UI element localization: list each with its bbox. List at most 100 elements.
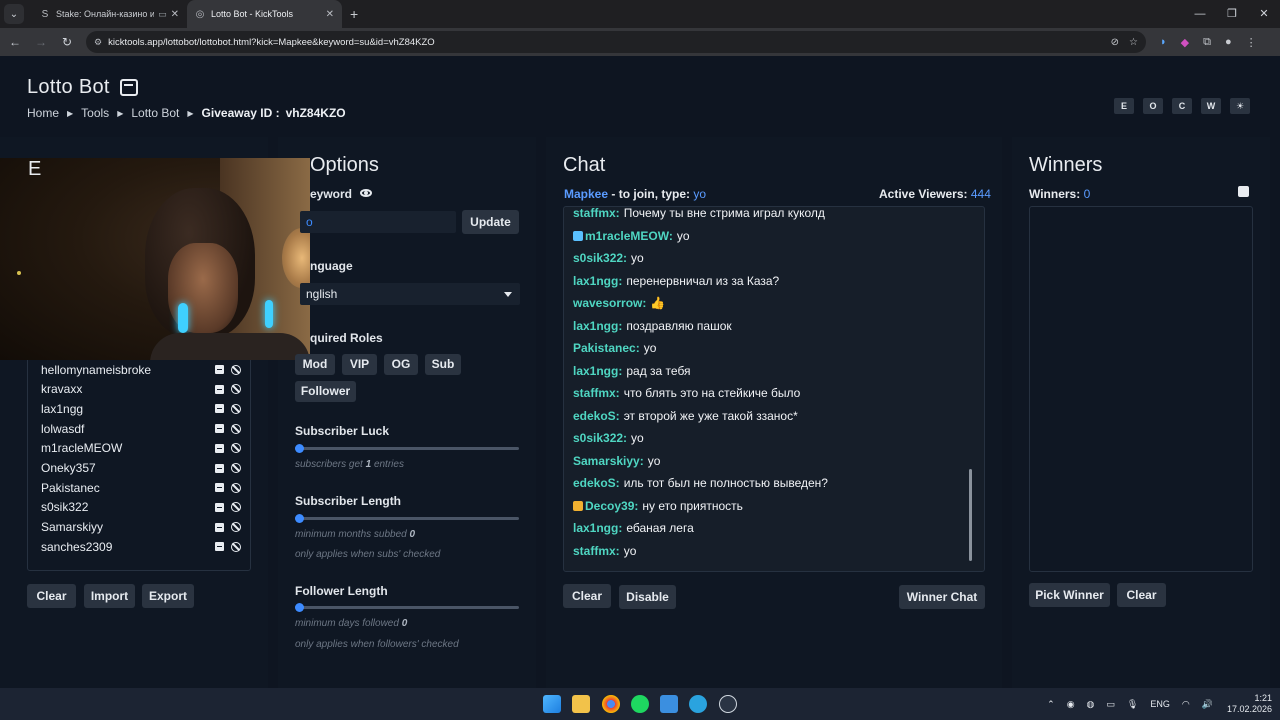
mode-button-w[interactable]: W: [1201, 98, 1221, 114]
breadcrumb-tools[interactable]: Tools: [81, 106, 109, 120]
chat-username[interactable]: wavesorrow:: [573, 296, 646, 310]
ban-icon[interactable]: [231, 541, 241, 552]
steam-icon[interactable]: [719, 695, 737, 713]
ban-icon[interactable]: [231, 482, 241, 493]
chat-username[interactable]: m1racleMEOW:: [585, 229, 673, 243]
app-icon[interactable]: [660, 695, 678, 713]
spotify-icon[interactable]: [631, 695, 649, 713]
ban-icon[interactable]: [231, 403, 241, 414]
close-window-icon[interactable]: ✕: [1248, 0, 1280, 28]
close-tab-icon[interactable]: ✕: [171, 9, 179, 20]
steam-tray-icon[interactable]: ◍: [1087, 699, 1095, 710]
mode-button-e[interactable]: E: [1114, 98, 1134, 114]
chrome-menu-icon[interactable]: ⋮: [1246, 36, 1257, 49]
ban-icon[interactable]: [231, 502, 241, 513]
chat-username[interactable]: s0sik322:: [573, 431, 627, 445]
theme-toggle-button[interactable]: ☀: [1230, 98, 1250, 114]
remove-entry-icon[interactable]: [215, 384, 224, 394]
remove-entry-icon[interactable]: [215, 365, 224, 374]
slider-knob[interactable]: [295, 603, 304, 612]
chat-clear-button[interactable]: Clear: [563, 584, 611, 608]
camera-off-icon[interactable]: ⊘: [1111, 37, 1119, 48]
pick-winner-button[interactable]: Pick Winner: [1029, 583, 1110, 607]
chat-username[interactable]: edekoS:: [573, 476, 620, 490]
entries-export-button[interactable]: Export: [142, 584, 194, 608]
mode-button-c[interactable]: C: [1172, 98, 1192, 114]
remove-entry-icon[interactable]: [215, 443, 224, 453]
tab-lottobot[interactable]: ◎ Lotto Bot - KickTools ✕: [187, 0, 342, 28]
chat-scrollbar[interactable]: [969, 469, 972, 561]
remove-entry-icon[interactable]: [215, 424, 224, 434]
remove-entry-icon[interactable]: [215, 463, 224, 473]
chat-username[interactable]: staffmx:: [573, 386, 620, 400]
close-tab-icon[interactable]: ✕: [326, 9, 334, 20]
ban-icon[interactable]: [231, 443, 241, 454]
extension-icon[interactable]: ◗: [1160, 36, 1167, 48]
profile-avatar-icon[interactable]: ●: [1225, 36, 1232, 48]
chat-username[interactable]: Decoy39:: [585, 499, 638, 513]
back-icon[interactable]: ←: [4, 35, 26, 49]
telegram-icon[interactable]: [689, 695, 707, 713]
chat-username[interactable]: Pakistanec:: [573, 341, 640, 355]
role-follower-button[interactable]: Follower: [295, 381, 356, 402]
ban-icon[interactable]: [231, 463, 241, 473]
update-button[interactable]: Update: [462, 210, 519, 234]
remove-entry-icon[interactable]: [215, 404, 224, 414]
ban-icon[interactable]: [231, 423, 241, 434]
windows-start-icon[interactable]: [543, 695, 561, 713]
extension-icon[interactable]: ◆: [1181, 36, 1189, 49]
minimize-icon[interactable]: —: [1184, 0, 1216, 28]
chat-log[interactable]: staffmx: Почему ты вне стрима играл кукол…: [563, 206, 985, 572]
follower-length-slider[interactable]: [295, 603, 519, 612]
entries-clear-button[interactable]: Clear: [27, 584, 76, 608]
file-explorer-icon[interactable]: [572, 695, 590, 713]
chat-username[interactable]: lax1ngg:: [573, 319, 622, 333]
role-mod-button[interactable]: Mod: [295, 354, 335, 375]
entries-import-button[interactable]: Import: [84, 584, 135, 608]
chevron-up-icon[interactable]: ⌃: [1047, 699, 1055, 710]
copy-icon[interactable]: [1238, 186, 1249, 197]
site-info-icon[interactable]: ⚙: [94, 37, 102, 48]
chat-username[interactable]: Samarskiyy:: [573, 454, 644, 468]
eye-icon[interactable]: [360, 189, 372, 197]
role-og-button[interactable]: OG: [384, 354, 418, 375]
restore-icon[interactable]: ❐: [1216, 0, 1248, 28]
keyword-input[interactable]: o: [300, 211, 456, 233]
wifi-icon[interactable]: ◠: [1182, 699, 1190, 710]
role-vip-button[interactable]: VIP: [342, 354, 377, 375]
bookmark-star-icon[interactable]: ☆: [1129, 37, 1138, 48]
chat-username[interactable]: edekoS:: [573, 409, 620, 423]
input-language[interactable]: ENG: [1150, 699, 1170, 709]
chrome-icon[interactable]: [602, 695, 620, 713]
chat-username[interactable]: lax1ngg:: [573, 274, 622, 288]
chat-username[interactable]: staffmx:: [573, 544, 620, 558]
new-tab-icon[interactable]: +: [350, 6, 358, 22]
role-sub-button[interactable]: Sub: [425, 354, 461, 375]
discord-icon[interactable]: ◉: [1067, 699, 1075, 710]
network-tray-icon[interactable]: ▭: [1106, 699, 1115, 710]
slider-knob[interactable]: [295, 444, 304, 453]
chat-disable-button[interactable]: Disable: [619, 585, 676, 609]
chat-username[interactable]: staffmx:: [573, 207, 620, 220]
ban-icon[interactable]: [231, 364, 241, 375]
forward-icon[interactable]: →: [30, 35, 52, 49]
ban-icon[interactable]: [231, 384, 241, 395]
chat-username[interactable]: s0sik322:: [573, 251, 627, 265]
chat-username[interactable]: lax1ngg:: [573, 521, 622, 535]
subscriber-luck-slider[interactable]: [295, 444, 519, 453]
subscriber-length-slider[interactable]: [295, 514, 519, 523]
remove-entry-icon[interactable]: [215, 483, 224, 493]
mic-icon[interactable]: 🎙: [1127, 699, 1138, 710]
winner-chat-button[interactable]: Winner Chat: [899, 585, 985, 609]
reload-icon[interactable]: ↻: [56, 35, 78, 49]
language-select[interactable]: nglish: [300, 283, 520, 305]
clock[interactable]: 1:21 17.02.2026: [1227, 693, 1272, 715]
tab-search-icon[interactable]: ⌄: [4, 4, 24, 24]
volume-icon[interactable]: 🔊: [1202, 699, 1213, 710]
chat-username[interactable]: lax1ngg:: [573, 364, 622, 378]
remove-entry-icon[interactable]: [215, 522, 224, 532]
remove-entry-icon[interactable]: [215, 542, 224, 552]
winners-clear-button[interactable]: Clear: [1117, 583, 1166, 607]
tab-stake[interactable]: S Stake: Онлайн-казино и ст ▭ ✕: [32, 0, 187, 28]
ban-icon[interactable]: [231, 522, 241, 533]
